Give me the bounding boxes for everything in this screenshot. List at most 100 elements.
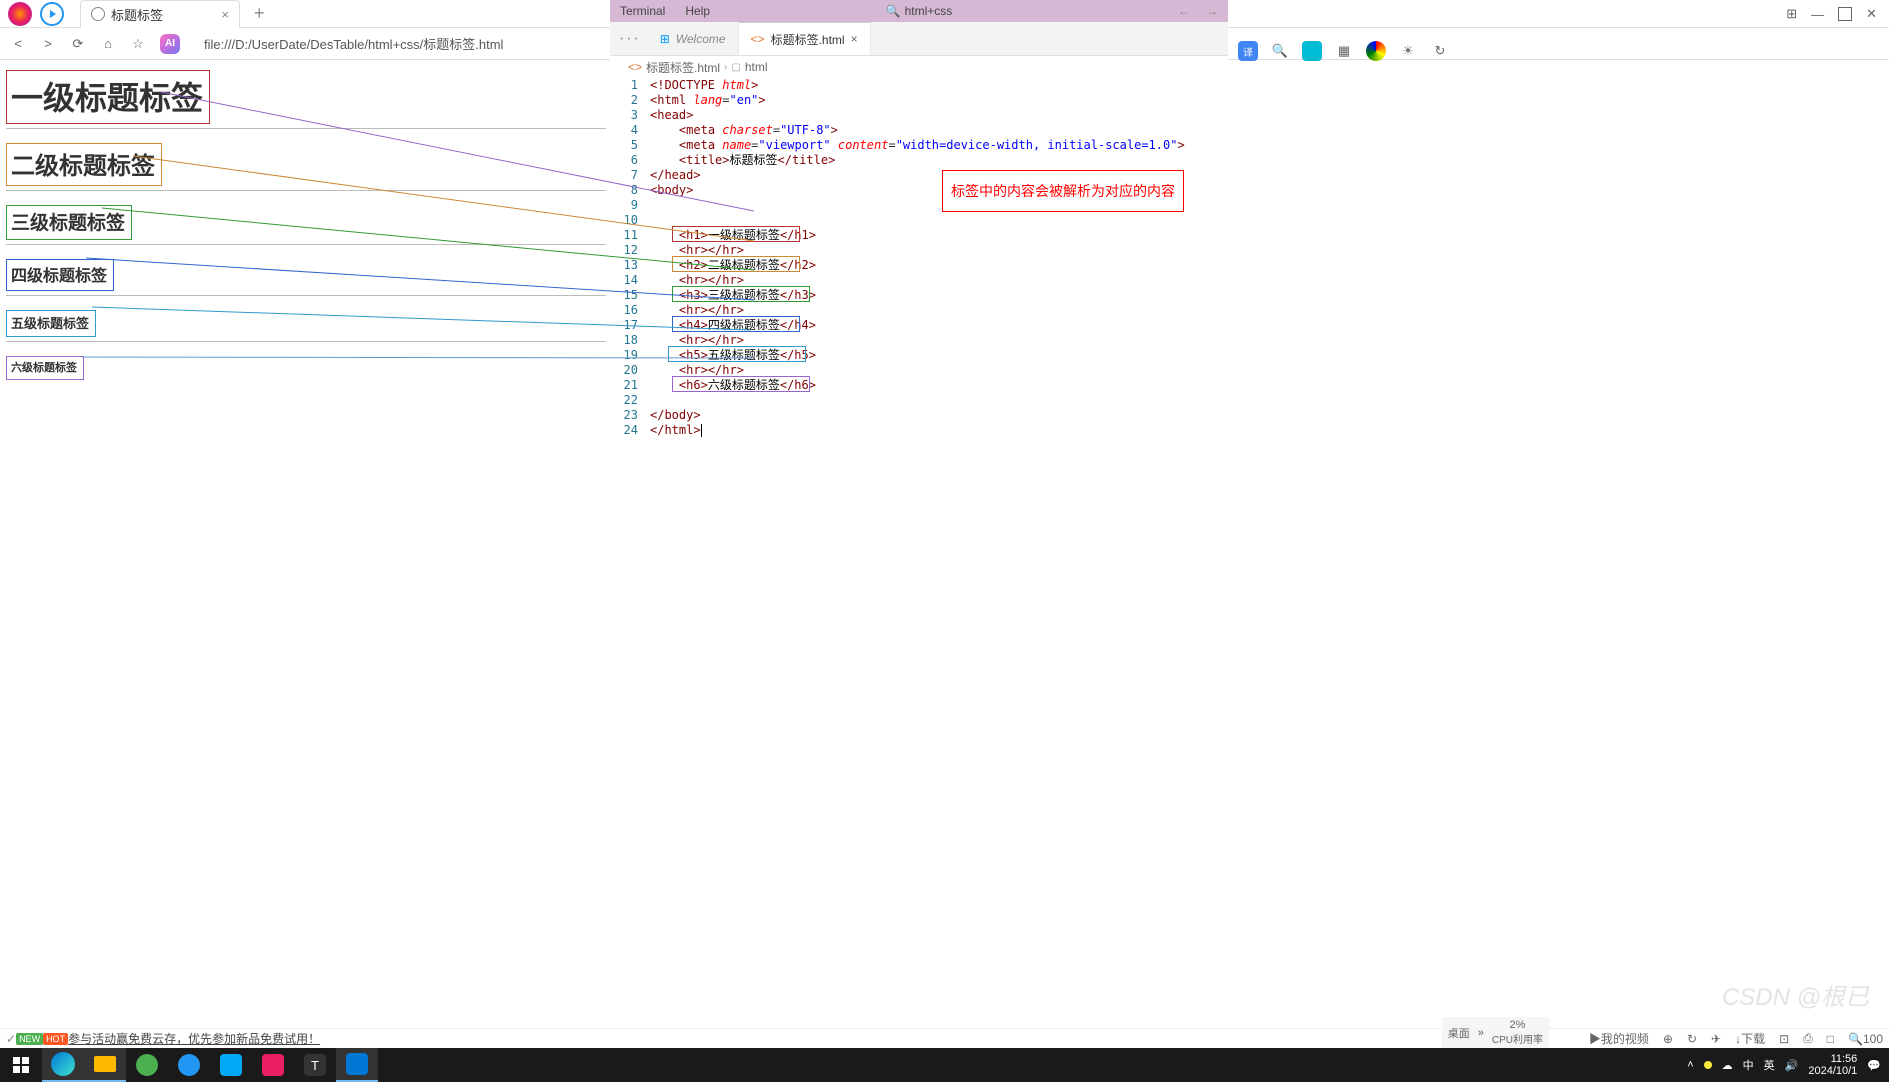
code-box-h1 bbox=[672, 226, 800, 242]
code-box-h5 bbox=[668, 346, 806, 362]
close-icon[interactable]: × bbox=[851, 32, 858, 46]
tray-weather-icon[interactable]: ☁ bbox=[1722, 1059, 1733, 1072]
tray-ime-icon[interactable]: 中 bbox=[1743, 1057, 1754, 1073]
icon[interactable]: □ bbox=[1827, 1032, 1834, 1046]
vscode-pane: Terminal Help ← → 🔍 html+css ··· ⊞ Welco… bbox=[610, 0, 1228, 800]
icon[interactable]: ⊡ bbox=[1779, 1032, 1789, 1046]
tb-app1[interactable] bbox=[210, 1048, 252, 1082]
code-box-h3 bbox=[672, 286, 810, 302]
breadcrumb[interactable]: <> 标题标签.html › ▢ html bbox=[610, 56, 1228, 78]
tray-lang-icon[interactable]: 英 bbox=[1764, 1057, 1775, 1073]
hr bbox=[6, 190, 606, 191]
tray-dot-icon[interactable] bbox=[1704, 1061, 1712, 1069]
tab-label: Welcome bbox=[676, 32, 726, 46]
line-numbers: 123456789101112131415161718192021222324 bbox=[610, 78, 650, 438]
start-button[interactable] bbox=[0, 1048, 42, 1082]
close-window-icon[interactable]: ✕ bbox=[1866, 6, 1877, 22]
bookmark-icon[interactable]: ☆ bbox=[130, 36, 146, 52]
tab-label: 标题标签.html bbox=[771, 31, 845, 48]
firefox-icon[interactable] bbox=[8, 2, 32, 26]
tb-vscode[interactable] bbox=[336, 1048, 378, 1082]
window-controls: ⊞ — ✕ bbox=[1774, 0, 1889, 28]
tray-chevron-icon[interactable]: ˄ bbox=[1687, 1059, 1693, 1071]
desktop-label[interactable]: 桌面 bbox=[1448, 1025, 1470, 1041]
cpu-percent: 2% bbox=[1492, 1019, 1543, 1031]
navigator-icon[interactable] bbox=[40, 2, 64, 26]
tb-explorer[interactable] bbox=[84, 1048, 126, 1082]
more-icon[interactable]: ··· bbox=[610, 22, 648, 55]
ext1-icon[interactable] bbox=[1302, 41, 1322, 61]
tab-title: 标题标签 bbox=[111, 5, 163, 24]
circle-icon[interactable] bbox=[1366, 41, 1386, 61]
tb-app3[interactable]: T bbox=[294, 1048, 336, 1082]
new-tab-button[interactable]: + bbox=[248, 3, 271, 24]
code-box-h2 bbox=[672, 256, 800, 272]
zoom-label[interactable]: 🔍100 bbox=[1848, 1032, 1883, 1046]
search-icon[interactable]: 🔍 bbox=[1270, 41, 1290, 61]
icon[interactable]: ⎙ bbox=[1803, 1031, 1813, 1046]
clock-date[interactable]: 2024/10/1 bbox=[1808, 1065, 1857, 1077]
icon[interactable]: ✈ bbox=[1711, 1032, 1721, 1046]
globe-icon bbox=[91, 7, 105, 21]
translate-icon[interactable]: 译 bbox=[1238, 41, 1258, 61]
annotation-callout: 标签中的内容会被解析为对应的内容 bbox=[942, 170, 1184, 212]
history-back-icon[interactable]: ← bbox=[1178, 4, 1190, 18]
tray-notification-icon[interactable]: 💬 bbox=[1867, 1059, 1881, 1072]
system-perf: 桌面 » 2% CPU利用率 bbox=[1442, 1017, 1549, 1048]
tray-volume-icon[interactable]: 🔊 bbox=[1785, 1059, 1799, 1072]
tb-edge[interactable] bbox=[42, 1048, 84, 1082]
tb-app2[interactable] bbox=[252, 1048, 294, 1082]
code-box-h6 bbox=[672, 376, 810, 392]
hr bbox=[6, 244, 606, 245]
clock-time[interactable]: 11:56 bbox=[1808, 1053, 1857, 1065]
taskbar: T ˄ ☁ 中 英 🔊 11:56 2024/10/1 💬 bbox=[0, 1048, 1889, 1082]
hr bbox=[6, 295, 606, 296]
apps-icon[interactable]: ▦ bbox=[1334, 41, 1354, 61]
hot-badge: HOT bbox=[43, 1033, 68, 1045]
history-forward-icon[interactable]: → bbox=[1206, 4, 1218, 18]
tab-welcome[interactable]: ⊞ Welcome bbox=[648, 22, 739, 55]
download-link[interactable]: ↓下载 bbox=[1735, 1030, 1765, 1047]
menu-terminal[interactable]: Terminal bbox=[620, 4, 665, 18]
code-box-h4 bbox=[672, 316, 800, 332]
sun-icon[interactable]: ☀ bbox=[1398, 41, 1418, 61]
tb-ie[interactable] bbox=[126, 1048, 168, 1082]
code-editor[interactable]: 123456789101112131415161718192021222324 … bbox=[610, 78, 1228, 438]
forward-icon[interactable]: > bbox=[40, 36, 56, 52]
tab-active-file[interactable]: <> 标题标签.html × bbox=[739, 22, 871, 55]
cpu-label: CPU利用率 bbox=[1492, 1031, 1543, 1046]
icon[interactable]: ↻ bbox=[1687, 1032, 1697, 1046]
url-input[interactable]: file:///D:/UserDate/DesTable/html+css/标题… bbox=[194, 34, 614, 53]
crumb-node: html bbox=[745, 60, 768, 74]
close-icon[interactable]: × bbox=[221, 7, 229, 22]
reload-icon[interactable]: ⟳ bbox=[70, 36, 86, 52]
back-icon[interactable]: < bbox=[10, 36, 26, 52]
h1-heading: 一级标题标签 bbox=[6, 70, 210, 124]
browser-right-toolbar: 译 🔍 ▦ ☀ ↻ bbox=[1238, 36, 1885, 66]
h4-heading: 四级标题标签 bbox=[6, 259, 114, 291]
ai-icon[interactable]: AI bbox=[160, 34, 180, 54]
menu-help[interactable]: Help bbox=[685, 4, 710, 18]
promo-link[interactable]: 参与活动赢免费云存，优先参加新品免费试用！ bbox=[68, 1030, 320, 1047]
vscode-title: html+css bbox=[905, 4, 953, 18]
text-cursor bbox=[701, 424, 702, 437]
refresh-icon[interactable]: ↻ bbox=[1430, 41, 1450, 61]
browser-tab[interactable]: 标题标签 × bbox=[80, 0, 240, 28]
bottom-status-bar: ✓ NEW HOT 参与活动赢免费云存，优先参加新品免费试用！ ▶我的视频 ⊕ … bbox=[0, 1028, 1889, 1048]
layout-icon[interactable]: ⊞ bbox=[1786, 6, 1797, 22]
minimize-icon[interactable]: — bbox=[1811, 7, 1824, 22]
vscode-tabs: ··· ⊞ Welcome <> 标题标签.html × bbox=[610, 22, 1228, 56]
my-video-link[interactable]: ▶我的视频 bbox=[1589, 1030, 1649, 1047]
new-badge: NEW bbox=[16, 1033, 43, 1045]
tb-ie2[interactable] bbox=[168, 1048, 210, 1082]
code-lines: <!DOCTYPE html> <html lang="en"> <head> … bbox=[650, 78, 1228, 438]
icon[interactable]: ⊕ bbox=[1663, 1032, 1673, 1046]
h2-heading: 二级标题标签 bbox=[6, 143, 162, 186]
vscode-menu: Terminal Help ← → 🔍 html+css bbox=[610, 0, 1228, 22]
search-icon[interactable]: 🔍 bbox=[886, 4, 901, 18]
maximize-icon[interactable] bbox=[1838, 7, 1852, 21]
hr bbox=[6, 128, 606, 129]
home-icon[interactable]: ⌂ bbox=[100, 36, 116, 52]
h6-heading: 六级标题标签 bbox=[6, 356, 84, 380]
rendered-page: 一级标题标签 二级标题标签 三级标题标签 四级标题标签 五级标题标签 六级标题标… bbox=[6, 70, 606, 380]
